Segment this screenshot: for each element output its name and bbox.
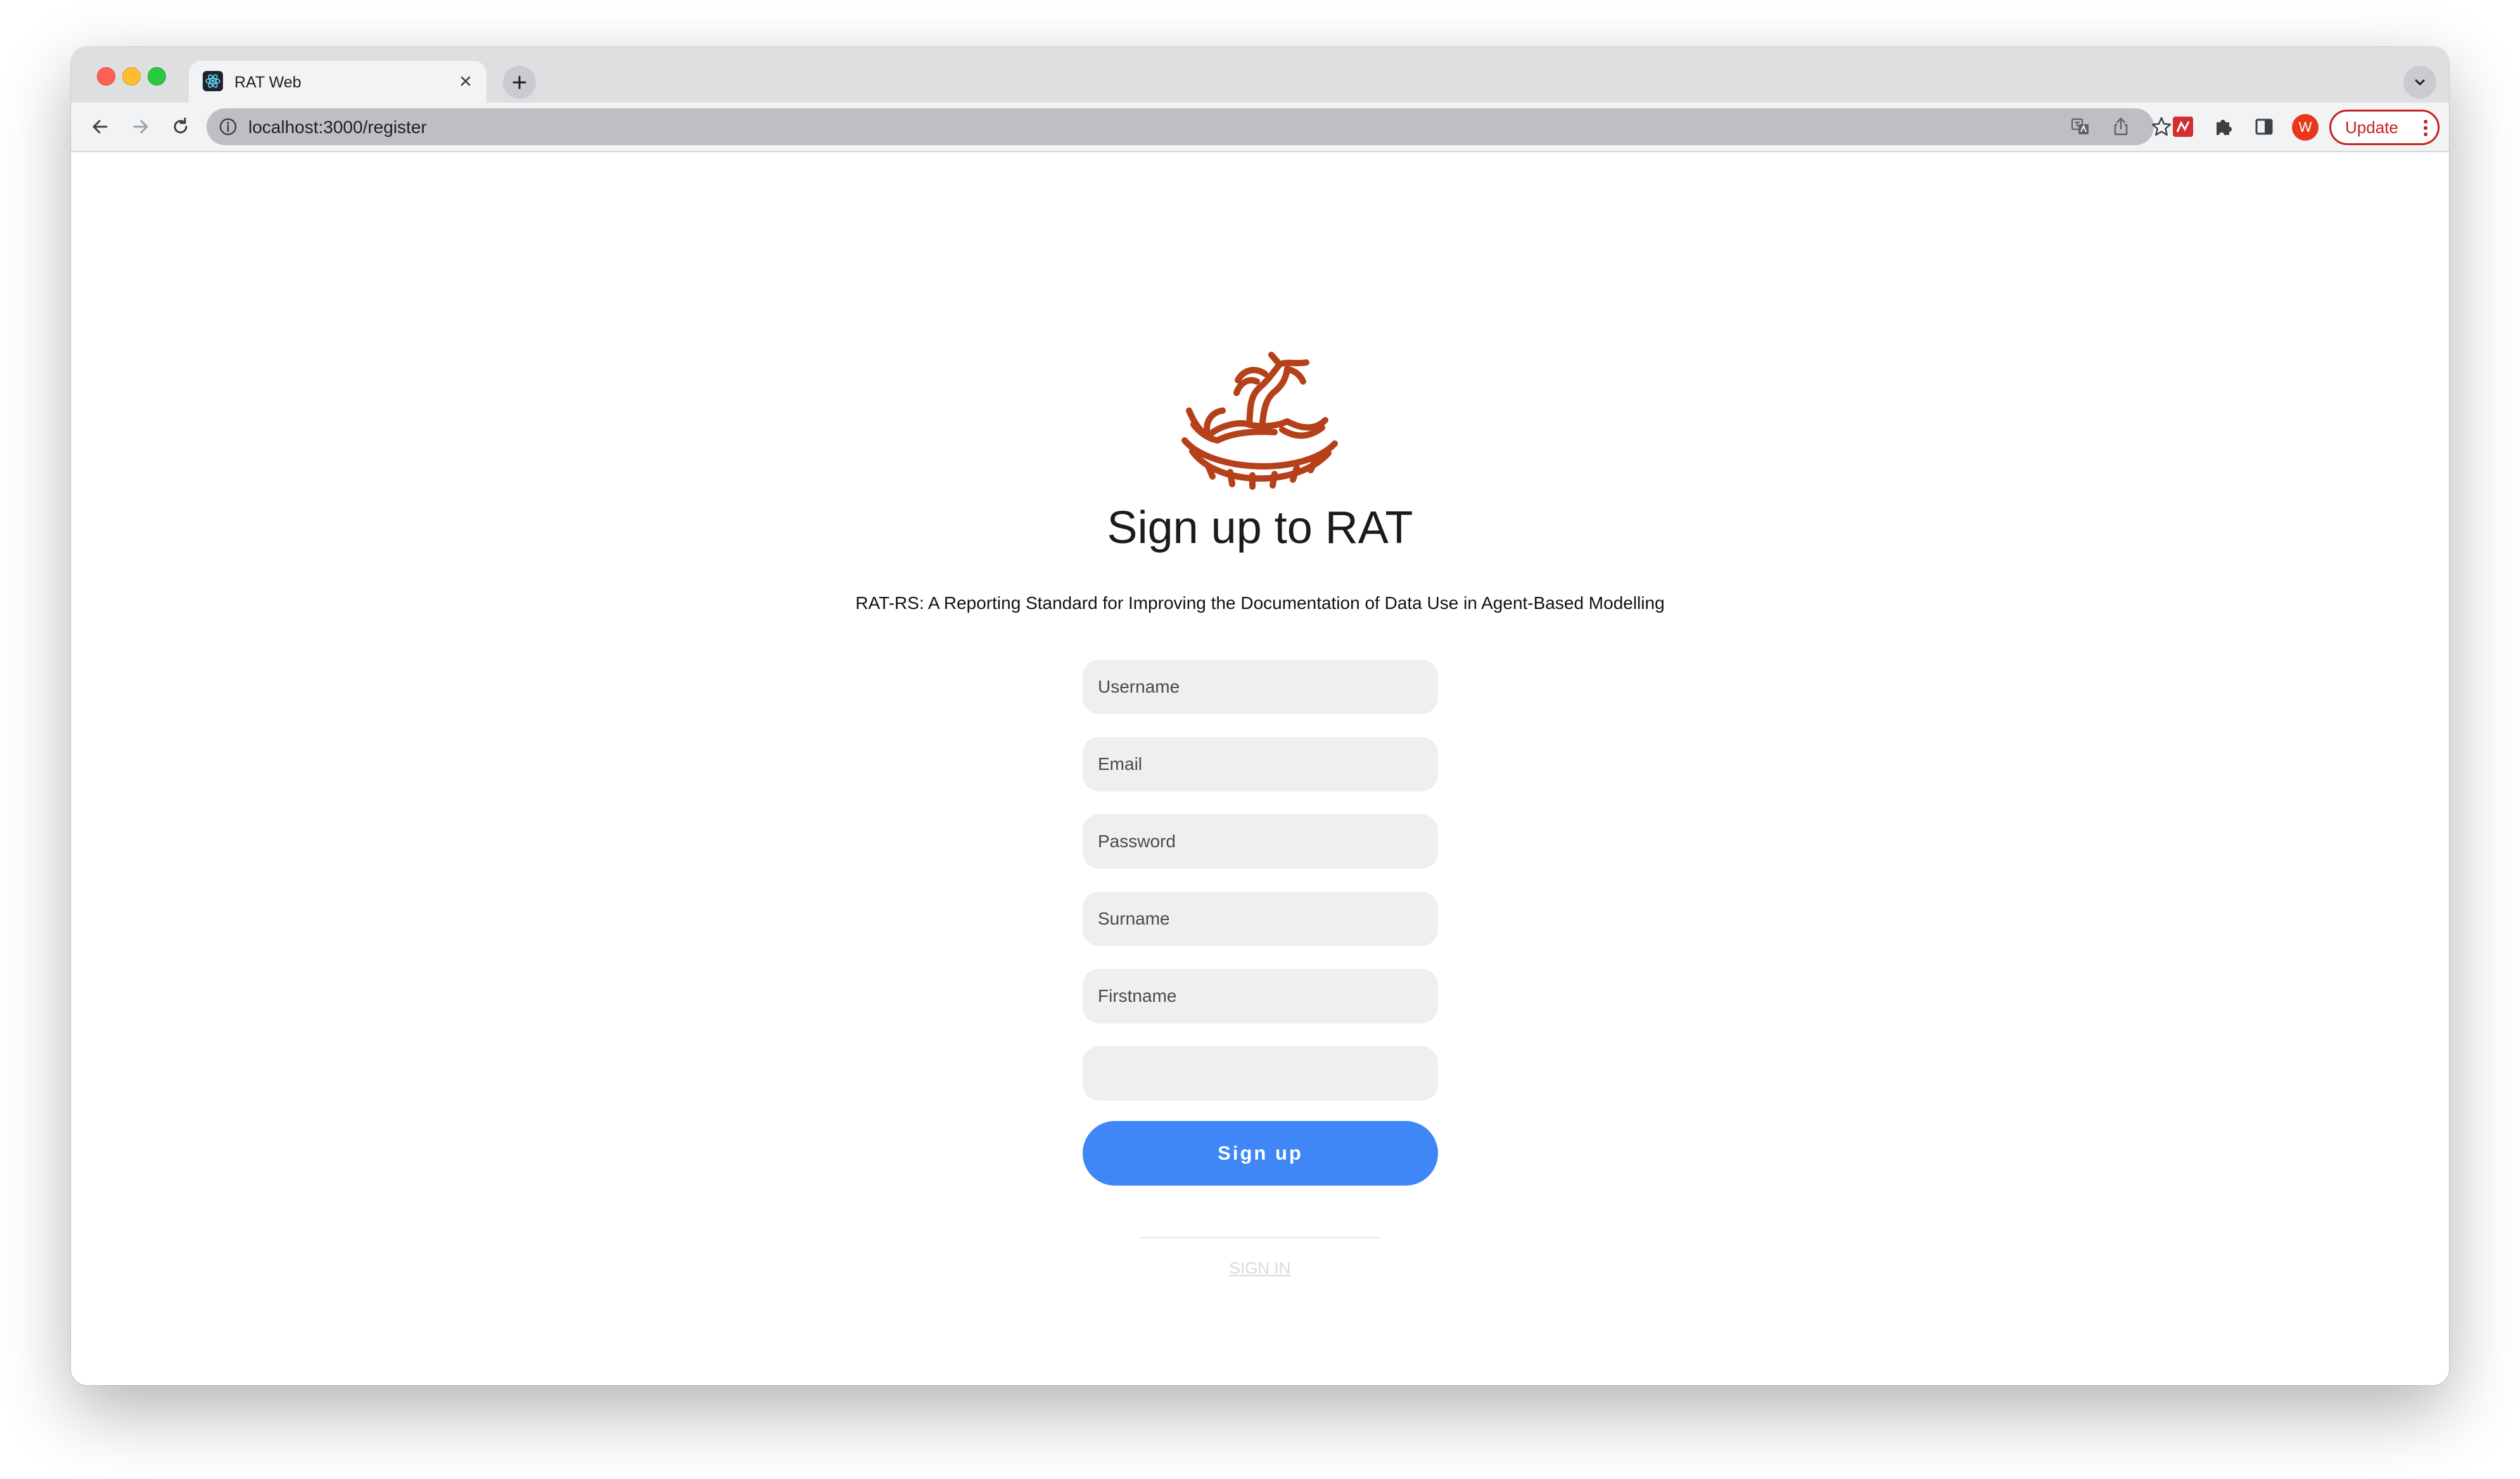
info-icon[interactable]: [218, 117, 238, 137]
tab-strip: RAT Web: [71, 47, 2449, 103]
firstname-input[interactable]: [1083, 969, 1438, 1023]
arrow-left-icon: [92, 120, 108, 134]
surname-input[interactable]: [1083, 892, 1438, 946]
username-input[interactable]: [1083, 660, 1438, 714]
reload-icon: [174, 117, 188, 134]
reload-button[interactable]: [163, 110, 198, 144]
page-subtitle: RAT-RS: A Reporting Standard for Improvi…: [855, 593, 1665, 613]
minimize-window-button[interactable]: [122, 67, 141, 86]
new-tab-button[interactable]: [503, 66, 536, 99]
more-vertical-icon: [2424, 120, 2428, 136]
browser-window: RAT Web localhost:3000/register W Update…: [71, 47, 2449, 1385]
maximize-window-button[interactable]: [148, 67, 166, 86]
extra-input[interactable]: [1083, 1046, 1438, 1101]
page-title: Sign up to RAT: [1107, 503, 1413, 553]
arrow-right-icon: [133, 120, 148, 134]
page-content: Sign up to RAT RAT-RS: A Reporting Stand…: [71, 152, 2449, 1385]
back-button[interactable]: [83, 110, 117, 144]
rocking-horse-logo: [1181, 352, 1338, 490]
url-text: localhost:3000/register: [248, 117, 427, 137]
extensions-puzzle-icon[interactable]: [2210, 113, 2237, 141]
divider: [1140, 1237, 1380, 1238]
react-favicon-icon: [203, 71, 223, 91]
tab-title: RAT Web: [234, 74, 302, 91]
plus-icon: [512, 75, 526, 89]
update-button[interactable]: Update: [2329, 110, 2440, 145]
close-window-button[interactable]: [97, 67, 115, 86]
profile-avatar[interactable]: W: [2292, 114, 2319, 141]
address-bar[interactable]: localhost:3000/register: [207, 108, 2172, 145]
tab-search-button[interactable]: [2403, 66, 2436, 99]
tab-rat-web[interactable]: RAT Web: [189, 61, 487, 103]
side-panel-icon[interactable]: [2250, 113, 2278, 141]
password-input[interactable]: [1083, 814, 1438, 869]
email-input[interactable]: [1083, 737, 1438, 791]
translate-icon[interactable]: [2069, 115, 2092, 138]
sign-in-link[interactable]: SIGN IN: [71, 1258, 2449, 1278]
sign-up-button[interactable]: Sign up: [1083, 1121, 1438, 1186]
browser-toolbar: localhost:3000/register W Update: [71, 103, 2449, 152]
update-button-label: Update: [2345, 117, 2398, 137]
chevron-down-icon: [2415, 79, 2425, 86]
share-icon[interactable]: [2110, 115, 2132, 138]
forward-button[interactable]: [124, 110, 158, 144]
close-tab-icon[interactable]: [456, 72, 475, 91]
extension-red-icon[interactable]: [2169, 113, 2197, 141]
